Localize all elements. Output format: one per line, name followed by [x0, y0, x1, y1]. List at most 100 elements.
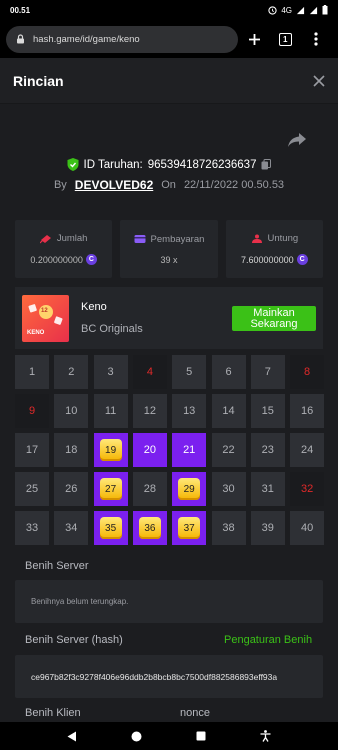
keno-cell-30[interactable]: 30: [211, 472, 246, 506]
keno-cell-number: 9: [28, 405, 36, 417]
network-label: 4G: [281, 5, 292, 15]
accessibility-icon[interactable]: [260, 730, 271, 742]
keno-cell-39[interactable]: 39: [250, 511, 285, 545]
keno-cell-32[interactable]: 32: [290, 472, 325, 506]
keno-cell-10[interactable]: 10: [54, 394, 89, 428]
keno-cell-14[interactable]: 14: [211, 394, 246, 428]
address-bar[interactable]: hash.game/id/game/keno: [6, 25, 239, 53]
keno-cell-2[interactable]: 2: [54, 355, 89, 389]
keno-cell-21[interactable]: 21: [172, 433, 207, 467]
keno-cell-number: 3: [107, 366, 114, 378]
keno-cell-8[interactable]: 8: [290, 355, 325, 389]
keno-cell-31[interactable]: 31: [250, 472, 285, 506]
keno-cell-33[interactable]: 33: [15, 511, 49, 545]
bet-byline: By DEVOLVED62 On 22/11/2022 00.50.53: [0, 178, 338, 192]
keno-cell-37[interactable]: 37: [172, 511, 207, 545]
keno-hit-chip: 35: [99, 517, 122, 539]
keno-cell-29[interactable]: 29: [172, 472, 207, 506]
keno-cell-11[interactable]: 11: [93, 394, 128, 428]
username-link[interactable]: DEVOLVED62: [75, 178, 153, 192]
keno-cell-16[interactable]: 16: [290, 394, 325, 428]
close-icon[interactable]: [313, 74, 325, 87]
server-seed-hash-label: Benih Server (hash): [25, 634, 123, 646]
copy-icon[interactable]: [261, 159, 272, 170]
keno-cell-34[interactable]: 34: [54, 511, 89, 545]
keno-cell-12[interactable]: 12: [132, 394, 167, 428]
keno-cell-28[interactable]: 28: [132, 472, 167, 506]
keno-cell-7[interactable]: 7: [250, 355, 285, 389]
keno-cell-9[interactable]: 9: [15, 394, 49, 428]
keno-cell-number: 38: [222, 522, 235, 534]
stat-amount: Jumlah 0.200000000 C: [15, 220, 113, 278]
keno-cell-36[interactable]: 36: [132, 511, 167, 545]
keno-cell-number: 20: [143, 444, 157, 456]
share-button[interactable]: [288, 133, 306, 147]
keno-cell-number: 7: [264, 366, 271, 378]
keno-cell-number: 6: [225, 366, 232, 378]
keno-cell-3[interactable]: 3: [93, 355, 128, 389]
recents-icon[interactable]: [196, 731, 206, 741]
keno-cell-23[interactable]: 23: [250, 433, 285, 467]
keno-cell-number: 39: [261, 522, 274, 534]
keno-thumbnail[interactable]: 12 KENO: [22, 294, 69, 342]
tab-switcher-button[interactable]: 1: [270, 23, 301, 55]
bet-amount-icon: [39, 234, 52, 244]
keno-hit-chip: 27: [99, 478, 122, 500]
alarm-icon: [268, 5, 277, 15]
keno-cell-1[interactable]: 1: [15, 355, 49, 389]
keno-cell-40[interactable]: 40: [290, 511, 325, 545]
keno-cell-6[interactable]: 6: [211, 355, 246, 389]
lock-icon[interactable]: [16, 34, 25, 44]
signal-icon-2: [309, 6, 318, 15]
keno-cell-38[interactable]: 38: [211, 511, 246, 545]
back-icon[interactable]: [67, 731, 77, 742]
keno-cell-number: 1: [28, 366, 36, 378]
keno-cell-5[interactable]: 5: [172, 355, 207, 389]
status-time: 00.51: [10, 5, 31, 15]
new-tab-button[interactable]: [238, 23, 269, 55]
payout-value: 39 x: [160, 254, 178, 265]
keno-cell-4[interactable]: 4: [132, 355, 167, 389]
wallet-icon: [134, 234, 146, 244]
details-header: Rincian: [0, 58, 338, 104]
game-provider: BC Originals: [81, 323, 143, 335]
keno-cell-18[interactable]: 18: [54, 433, 89, 467]
amount-label: Jumlah: [56, 233, 88, 244]
nonce-label: nonce: [180, 707, 210, 719]
keno-cell-number: 2: [68, 366, 75, 378]
keno-cell-25[interactable]: 25: [15, 472, 49, 506]
url-text[interactable]: hash.game/id/game/keno: [33, 34, 140, 45]
keno-hit-chip: 29: [178, 478, 201, 500]
keno-cell-35[interactable]: 35: [93, 511, 128, 545]
keno-cell-number: 33: [25, 522, 39, 534]
bet-id-label: ID Taruhan:: [83, 158, 143, 171]
keno-hit-chip: 19: [99, 439, 122, 461]
stat-payout: Pembayaran 39 x: [120, 220, 218, 278]
keno-hit-chip: 36: [138, 517, 161, 539]
seed-settings-link[interactable]: Pengaturan Benih: [224, 634, 312, 646]
coin-icon: C: [85, 254, 97, 265]
keno-cell-number: 32: [300, 483, 314, 495]
keno-cell-17[interactable]: 17: [15, 433, 49, 467]
keno-cell-number: 15: [261, 405, 274, 417]
keno-cell-24[interactable]: 24: [290, 433, 325, 467]
plus-icon: [248, 33, 261, 46]
keno-cell-26[interactable]: 26: [54, 472, 89, 506]
keno-cell-number: 26: [65, 483, 78, 495]
keno-cell-number: 4: [146, 366, 153, 378]
system-nav-bar: [0, 722, 338, 750]
keno-cell-19[interactable]: 19: [93, 433, 128, 467]
keno-cell-number: 30: [222, 483, 235, 495]
browser-menu-button[interactable]: [301, 23, 332, 55]
keno-cell-20[interactable]: 20: [132, 433, 167, 467]
keno-cell-number: 34: [65, 522, 78, 534]
home-icon[interactable]: [131, 731, 142, 742]
keno-cell-15[interactable]: 15: [250, 394, 285, 428]
keno-cell-27[interactable]: 27: [93, 472, 128, 506]
play-now-button[interactable]: Mainkan Sekarang: [232, 305, 316, 331]
thumbnail-label: KENO: [27, 329, 45, 336]
stat-profit: Untung 7.600000000 C: [225, 220, 323, 278]
keno-cell-13[interactable]: 13: [172, 394, 207, 428]
keno-cell-number: 31: [261, 483, 274, 495]
keno-cell-22[interactable]: 22: [211, 433, 246, 467]
